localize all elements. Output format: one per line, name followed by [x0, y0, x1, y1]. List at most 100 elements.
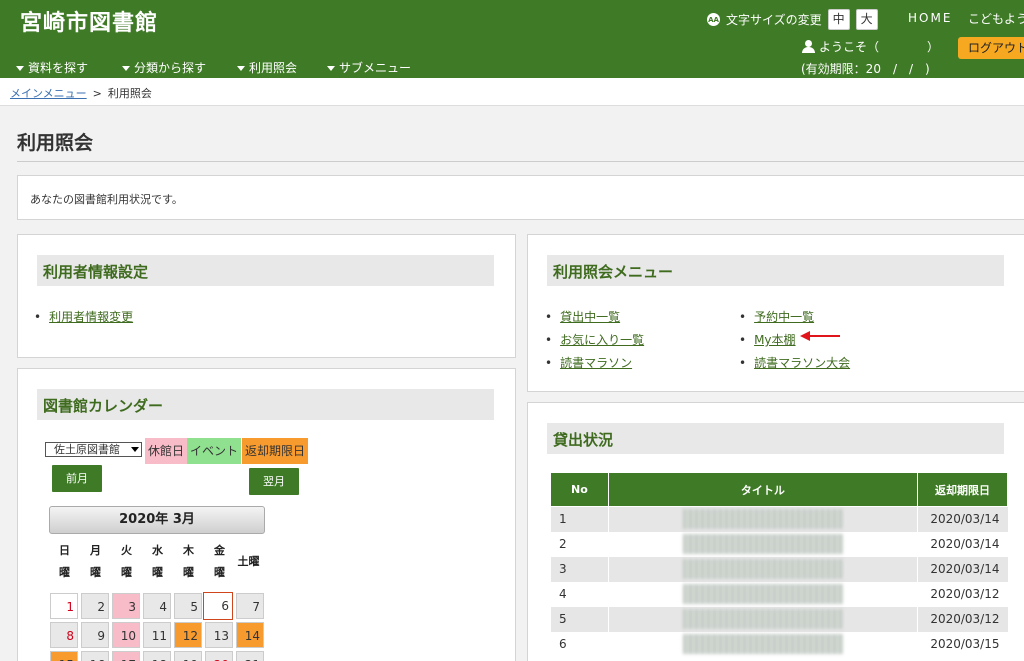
loan-title-redacted: [607, 581, 918, 607]
chevron-down-icon: [327, 66, 335, 71]
user-info-change-link[interactable]: 利用者情報変更: [49, 310, 133, 324]
weekday-mon: 月曜: [90, 544, 101, 579]
calendar-day[interactable]: 17: [112, 651, 140, 661]
legend-event: イベント: [187, 438, 242, 464]
calendar-day[interactable]: 15: [50, 651, 78, 661]
weekday-sat: 土曜: [237, 555, 260, 568]
expiry-date: (有効期限：20 / / ): [801, 62, 930, 76]
calendar-day[interactable]: 19: [174, 651, 202, 661]
title-divider: [17, 161, 1024, 162]
calendar-day[interactable]: 10: [112, 622, 140, 648]
calendar-day[interactable]: 9: [81, 622, 109, 648]
calendar-day[interactable]: 13: [205, 622, 233, 648]
loan-no: 1: [550, 506, 609, 532]
my-bookshelf-link[interactable]: My本棚: [754, 333, 795, 347]
reservations-list-link[interactable]: 予約中一覧: [754, 310, 814, 324]
library-select[interactable]: 佐土原図書館: [45, 442, 142, 457]
calendar-day[interactable]: 20: [205, 651, 233, 661]
table-row: 2 2020/03/14: [550, 531, 1008, 557]
user-settings-heading: 利用者情報設定: [37, 255, 494, 286]
calendar-day[interactable]: 18: [143, 651, 171, 661]
legend-closed: 休館日: [145, 438, 188, 464]
weekday-sun: 日曜: [59, 544, 70, 579]
calendar-day[interactable]: 5: [174, 593, 202, 619]
user-settings-links: 利用者情報変更: [34, 308, 133, 331]
loan-due: 2020/03/14: [917, 531, 1008, 557]
library-select-value: 佐土原図書館: [54, 443, 120, 456]
red-arrow-icon: [800, 331, 840, 341]
site-title[interactable]: 宮崎市図書館: [20, 5, 158, 37]
column-header-due: 返却期限日: [917, 472, 1008, 507]
logout-button[interactable]: ログアウト: [958, 37, 1024, 59]
calendar-day[interactable]: 4: [143, 593, 171, 619]
chevron-down-icon: [16, 66, 24, 71]
list-item: 貸出中一覧: [545, 308, 644, 325]
loan-title-redacted: [607, 631, 918, 657]
calendar-day[interactable]: 3: [112, 593, 140, 619]
nav-submenu[interactable]: サブメニュー: [327, 59, 411, 76]
loan-due: 2020/03/14: [917, 556, 1008, 582]
calendar-day[interactable]: 12: [174, 622, 202, 648]
table-row: 5 2020/03/12: [550, 606, 1008, 632]
nav-label: サブメニュー: [339, 61, 412, 75]
home-link[interactable]: HOME: [908, 11, 952, 25]
list-item: 読書マラソン大会: [739, 354, 850, 371]
loan-no: 2: [550, 531, 609, 557]
weekday-thu: 木曜: [183, 544, 194, 579]
chevron-down-icon: [122, 66, 130, 71]
list-item: お気に入り一覧: [545, 331, 644, 348]
reading-marathon-link[interactable]: 読書マラソン: [560, 356, 632, 370]
reading-marathon-contest-link[interactable]: 読書マラソン大会: [754, 356, 850, 370]
calendar-day[interactable]: 1: [50, 593, 78, 619]
next-month-button[interactable]: 翌月: [249, 468, 299, 495]
kids-link[interactable]: こどもよう: [968, 10, 1024, 27]
calendar-day-today[interactable]: 6: [203, 592, 233, 620]
loan-due: 2020/03/14: [917, 506, 1008, 532]
calendar-day[interactable]: 16: [81, 651, 109, 661]
site-header: 宮崎市図書館 AA 文字サイズの変更 中 大 HOME こどもよう ようこそ（ …: [0, 0, 1024, 78]
user-icon: [801, 39, 815, 54]
loan-title-redacted: [607, 556, 918, 582]
inquiry-menu-right-links: 予約中一覧 My本棚 読書マラソン大会: [739, 308, 850, 377]
column-header-title: タイトル: [607, 472, 919, 507]
font-medium-button[interactable]: 中: [827, 9, 850, 30]
calendar-day[interactable]: 21: [236, 651, 264, 661]
page-title: 利用照会: [17, 132, 94, 154]
font-large-button[interactable]: 大: [855, 9, 878, 30]
list-item: 読書マラソン: [545, 354, 644, 371]
calendar-day[interactable]: 7: [236, 593, 264, 619]
loan-no: 6: [550, 631, 609, 657]
calendar-day[interactable]: 8: [50, 622, 78, 648]
loan-no: 4: [550, 581, 609, 607]
nav-inquiry[interactable]: 利用照会: [237, 59, 297, 76]
loan-no: 3: [550, 556, 609, 582]
calendar-day[interactable]: 14: [236, 622, 264, 648]
loans-list-link[interactable]: 貸出中一覧: [560, 310, 620, 324]
breadcrumb-separator: >: [92, 87, 102, 100]
loan-title-redacted: [607, 506, 918, 532]
column-header-no: No: [550, 472, 609, 507]
table-row: 4 2020/03/12: [550, 581, 1008, 607]
calendar-month-title: 2020年 3月: [49, 506, 265, 534]
weekday-wed: 水曜: [152, 544, 163, 579]
table-row: 6 2020/03/15: [550, 631, 1008, 657]
list-item: 利用者情報変更: [34, 308, 133, 325]
nav-classification[interactable]: 分類から探す: [122, 59, 206, 76]
breadcrumb-home-link[interactable]: メインメニュー: [10, 87, 87, 100]
table-row: 1 2020/03/14: [550, 506, 1008, 532]
welcome-message: ようこそ（ ）: [801, 38, 939, 55]
table-header-row: No タイトル 返却期限日: [550, 472, 1008, 507]
favorites-list-link[interactable]: お気に入り一覧: [560, 333, 644, 347]
nav-label: 資料を探す: [28, 61, 89, 75]
loan-due: 2020/03/12: [917, 581, 1008, 607]
font-size-label: 文字サイズの変更: [726, 13, 822, 27]
calendar-day[interactable]: 2: [81, 593, 109, 619]
loan-title-redacted: [607, 606, 918, 632]
user-settings-panel: [17, 234, 516, 358]
nav-search[interactable]: 資料を探す: [16, 59, 88, 76]
weekday-tue: 火曜: [121, 544, 132, 579]
calendar-heading: 図書館カレンダー: [37, 389, 494, 420]
loan-no: 5: [550, 606, 609, 632]
prev-month-button[interactable]: 前月: [52, 465, 102, 492]
calendar-day[interactable]: 11: [143, 622, 171, 648]
